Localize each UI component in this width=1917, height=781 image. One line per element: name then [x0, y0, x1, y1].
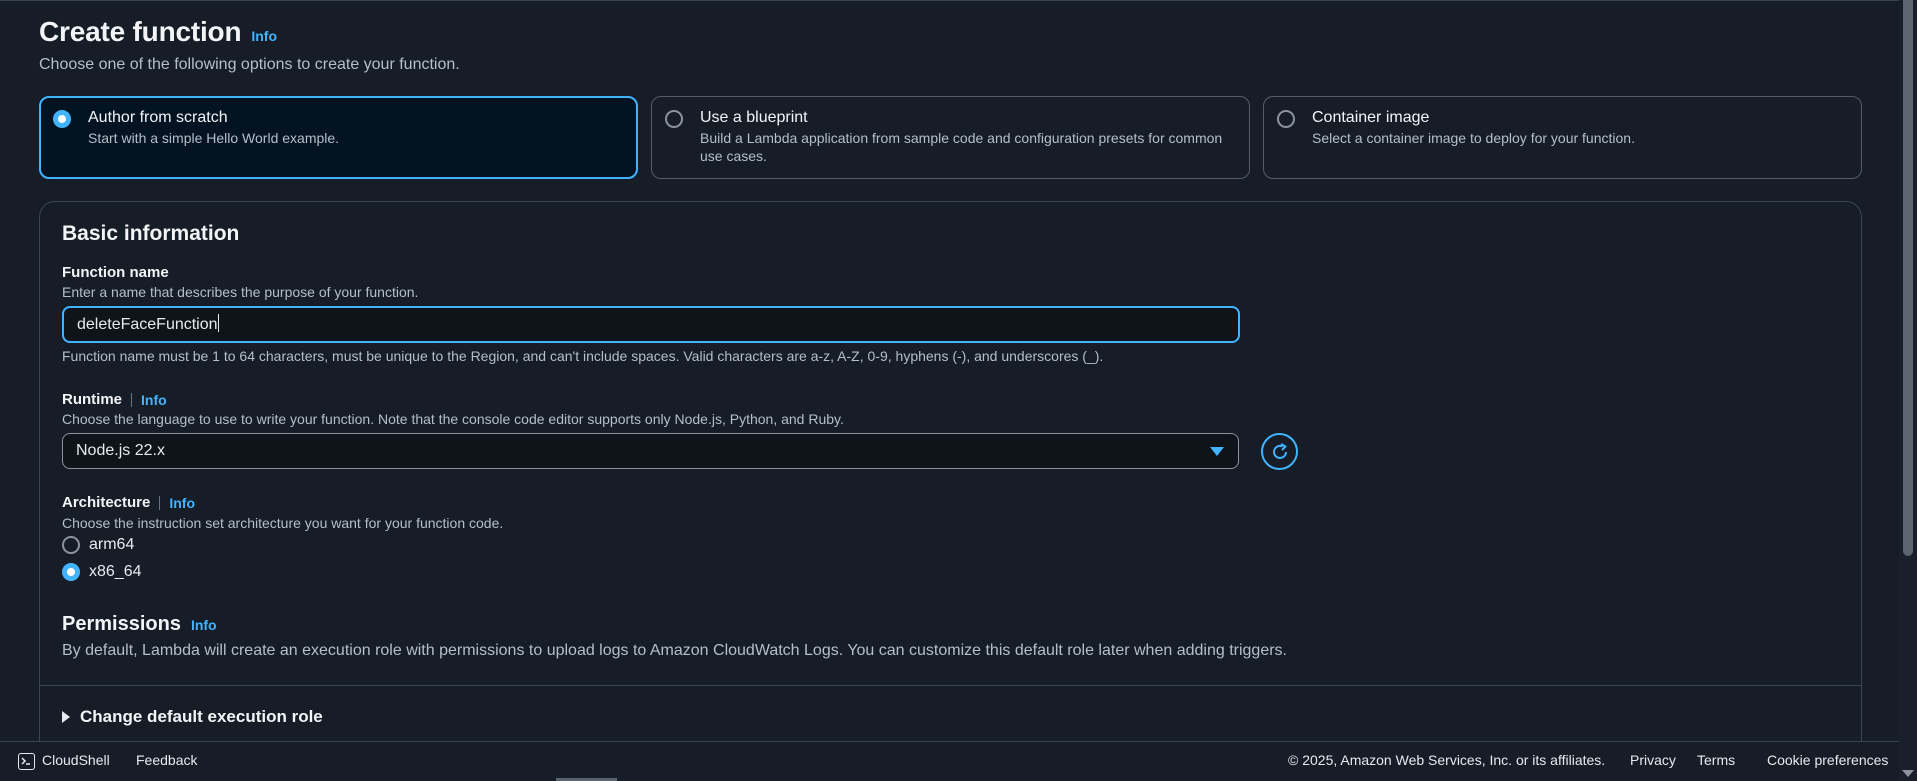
function-name-constraint: Function name must be 1 to 64 characters…	[62, 348, 1104, 364]
copyright-text: © 2025, Amazon Web Services, Inc. or its…	[1288, 752, 1606, 768]
radio-selected-icon[interactable]	[62, 563, 80, 581]
architecture-option-label: x86_64	[89, 563, 142, 580]
runtime-info-link[interactable]: Info	[141, 392, 167, 408]
cloudshell-icon[interactable]	[18, 753, 35, 770]
option-title: Use a blueprint	[700, 109, 808, 126]
architecture-info-link[interactable]: Info	[169, 495, 195, 511]
architecture-desc: Choose the instruction set architecture …	[62, 515, 504, 531]
permissions-desc: By default, Lambda will create an execut…	[62, 642, 1287, 659]
runtime-label-text: Runtime	[62, 391, 122, 408]
label-separator	[159, 495, 161, 510]
cookie-preferences-link[interactable]: Cookie preferences	[1767, 752, 1888, 768]
scroll-down-arrow-icon[interactable]	[1902, 770, 1914, 777]
console-footer: CloudShell Feedback © 2025, Amazon Web S…	[0, 741, 1899, 781]
function-name-desc: Enter a name that describes the purpose …	[62, 284, 419, 300]
function-name-label-text: Function name	[62, 264, 169, 281]
option-desc: Build a Lambda application from sample c…	[700, 130, 1223, 164]
function-name-value: deleteFaceFunction	[77, 316, 218, 333]
expander-label: Change default execution role	[80, 707, 323, 726]
runtime-value: Node.js 22.x	[76, 442, 165, 459]
architecture-label: Architecture Info	[62, 494, 195, 511]
permissions-header: Permissions Info	[62, 613, 217, 636]
option-title: Author from scratch	[88, 109, 228, 126]
caret-right-icon	[62, 711, 70, 723]
top-divider	[0, 0, 1899, 1]
radio-selected-icon[interactable]	[53, 110, 71, 128]
runtime-select[interactable]: Node.js 22.x	[62, 433, 1239, 469]
refresh-icon	[1272, 442, 1287, 459]
option-container-image[interactable]: Container image Select a container image…	[1263, 96, 1862, 179]
function-name-input[interactable]: deleteFaceFunction	[62, 306, 1240, 343]
runtime-label: Runtime Info	[62, 391, 167, 408]
refresh-runtime-button[interactable]	[1261, 433, 1298, 470]
privacy-link[interactable]: Privacy	[1630, 752, 1676, 768]
page-title: Create function	[39, 16, 242, 47]
basic-information-panel: Basic information Function name Enter a …	[39, 201, 1862, 761]
architecture-option-x86-64[interactable]: x86_64	[62, 563, 142, 581]
architecture-label-text: Architecture	[62, 494, 151, 511]
creation-options: Author from scratch Start with a simple …	[39, 96, 1862, 179]
architecture-option-arm64[interactable]: arm64	[62, 536, 134, 554]
page-subtitle: Choose one of the following options to c…	[39, 56, 460, 73]
permissions-info-link[interactable]: Info	[191, 617, 217, 633]
architecture-option-label: arm64	[89, 536, 135, 553]
page-header: Create function Info	[39, 16, 277, 48]
option-title: Container image	[1312, 109, 1430, 126]
option-desc: Start with a simple Hello World example.	[88, 130, 340, 146]
scrollbar-thumb[interactable]	[1903, 0, 1913, 556]
function-name-label: Function name	[62, 264, 169, 281]
caret-down-icon	[1210, 447, 1224, 456]
label-separator	[131, 392, 132, 407]
text-caret	[217, 314, 219, 332]
page-info-link[interactable]: Info	[251, 28, 277, 44]
change-execution-role-expander[interactable]: Change default execution role	[62, 707, 323, 727]
terminal-prompt-icon	[21, 757, 30, 765]
permissions-title: Permissions	[62, 613, 181, 635]
radio-unselected-icon[interactable]	[62, 536, 80, 554]
option-desc: Select a container image to deploy for y…	[1312, 130, 1635, 146]
option-use-a-blueprint[interactable]: Use a blueprint Build a Lambda applicati…	[651, 96, 1250, 179]
section-divider	[40, 685, 1861, 686]
feedback-link[interactable]: Feedback	[136, 752, 197, 768]
option-author-from-scratch[interactable]: Author from scratch Start with a simple …	[39, 96, 638, 179]
vertical-scrollbar[interactable]	[1899, 0, 1917, 781]
radio-unselected-icon[interactable]	[665, 110, 683, 128]
radio-unselected-icon[interactable]	[1277, 110, 1295, 128]
cloudshell-link[interactable]: CloudShell	[42, 752, 110, 768]
terms-link[interactable]: Terms	[1697, 752, 1735, 768]
panel-title: Basic information	[62, 222, 240, 245]
runtime-desc: Choose the language to use to write your…	[62, 411, 844, 427]
